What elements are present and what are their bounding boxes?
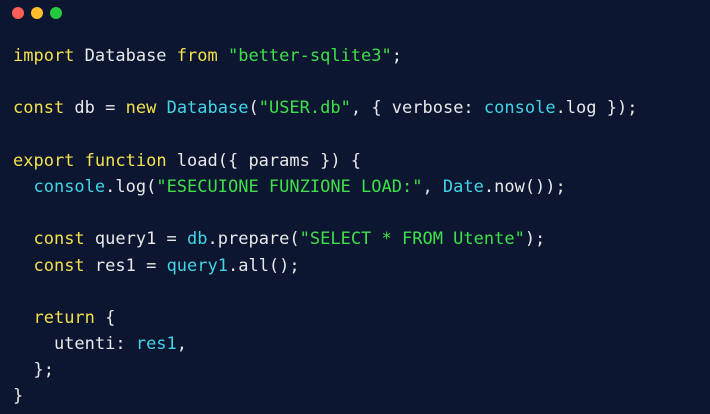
code-block: import Database from "better-sqlite3"; c… [13,43,637,410]
code-token: const [13,98,65,119]
code-line: const db = new Database("USER.db", { ver… [13,95,637,121]
maximize-window-icon[interactable] [50,7,62,19]
code-token: load({ params }) { [166,150,362,171]
code-token: Database [166,98,249,119]
code-window: import Database from "better-sqlite3"; c… [0,0,710,414]
code-token: query1 [166,255,228,276]
code-token: return [33,307,95,328]
code-token: }; [13,360,54,381]
code-token: "SELECT * FROM Utente" [299,229,525,250]
code-token: query1 = [84,229,188,250]
code-token: , { verbose: [350,98,484,119]
code-token: const [33,255,85,276]
minimize-window-icon[interactable] [31,7,43,19]
code-token: .now()); [483,176,566,197]
code-token: db = [64,98,126,119]
code-token: export [13,150,75,171]
code-token: res1 [135,334,177,355]
code-line: const res1 = query1.all(); [13,253,637,279]
code-token: } [13,386,24,407]
code-token: .log }); [555,98,638,119]
code-line: const query1 = db.prepare("SELECT * FROM… [13,226,637,252]
code-token: res1 = [84,255,167,276]
code-token: import [13,46,75,66]
code-line: }; [13,357,637,383]
code-token: db [187,229,208,250]
code-token: Database [74,46,177,66]
code-token: , [176,334,188,355]
code-line: } [13,383,637,409]
code-token: ); [524,229,546,250]
code-token: from [176,46,218,66]
code-token: console [483,98,556,119]
code-token: console [33,176,106,197]
code-token: ; [391,46,402,66]
close-window-icon[interactable] [12,7,24,19]
code-token: new [125,98,157,119]
code-token: .log( [105,176,157,197]
code-token: Date [442,176,484,197]
code-token: utenti: [13,334,136,355]
code-line: export function load({ params }) { [13,148,637,174]
code-token: ( [248,98,259,119]
code-line: return { [13,305,637,331]
code-token: function [84,150,167,171]
code-line: utenti: res1, [13,331,637,357]
code-line: console.log("ESECUIONE FUNZIONE LOAD:", … [13,174,637,200]
code-token: const [33,229,85,250]
window-titlebar [0,0,710,26]
code-token: "USER.db" [258,98,351,119]
code-token: { [94,307,116,328]
code-token: .all(); [227,255,300,276]
code-token: .prepare( [207,229,300,250]
code-line: import Database from "better-sqlite3"; [13,43,637,69]
code-token: "ESECUIONE FUNZIONE LOAD:" [156,176,423,197]
code-token: , [422,176,443,197]
code-token: "better-sqlite3" [227,46,392,66]
